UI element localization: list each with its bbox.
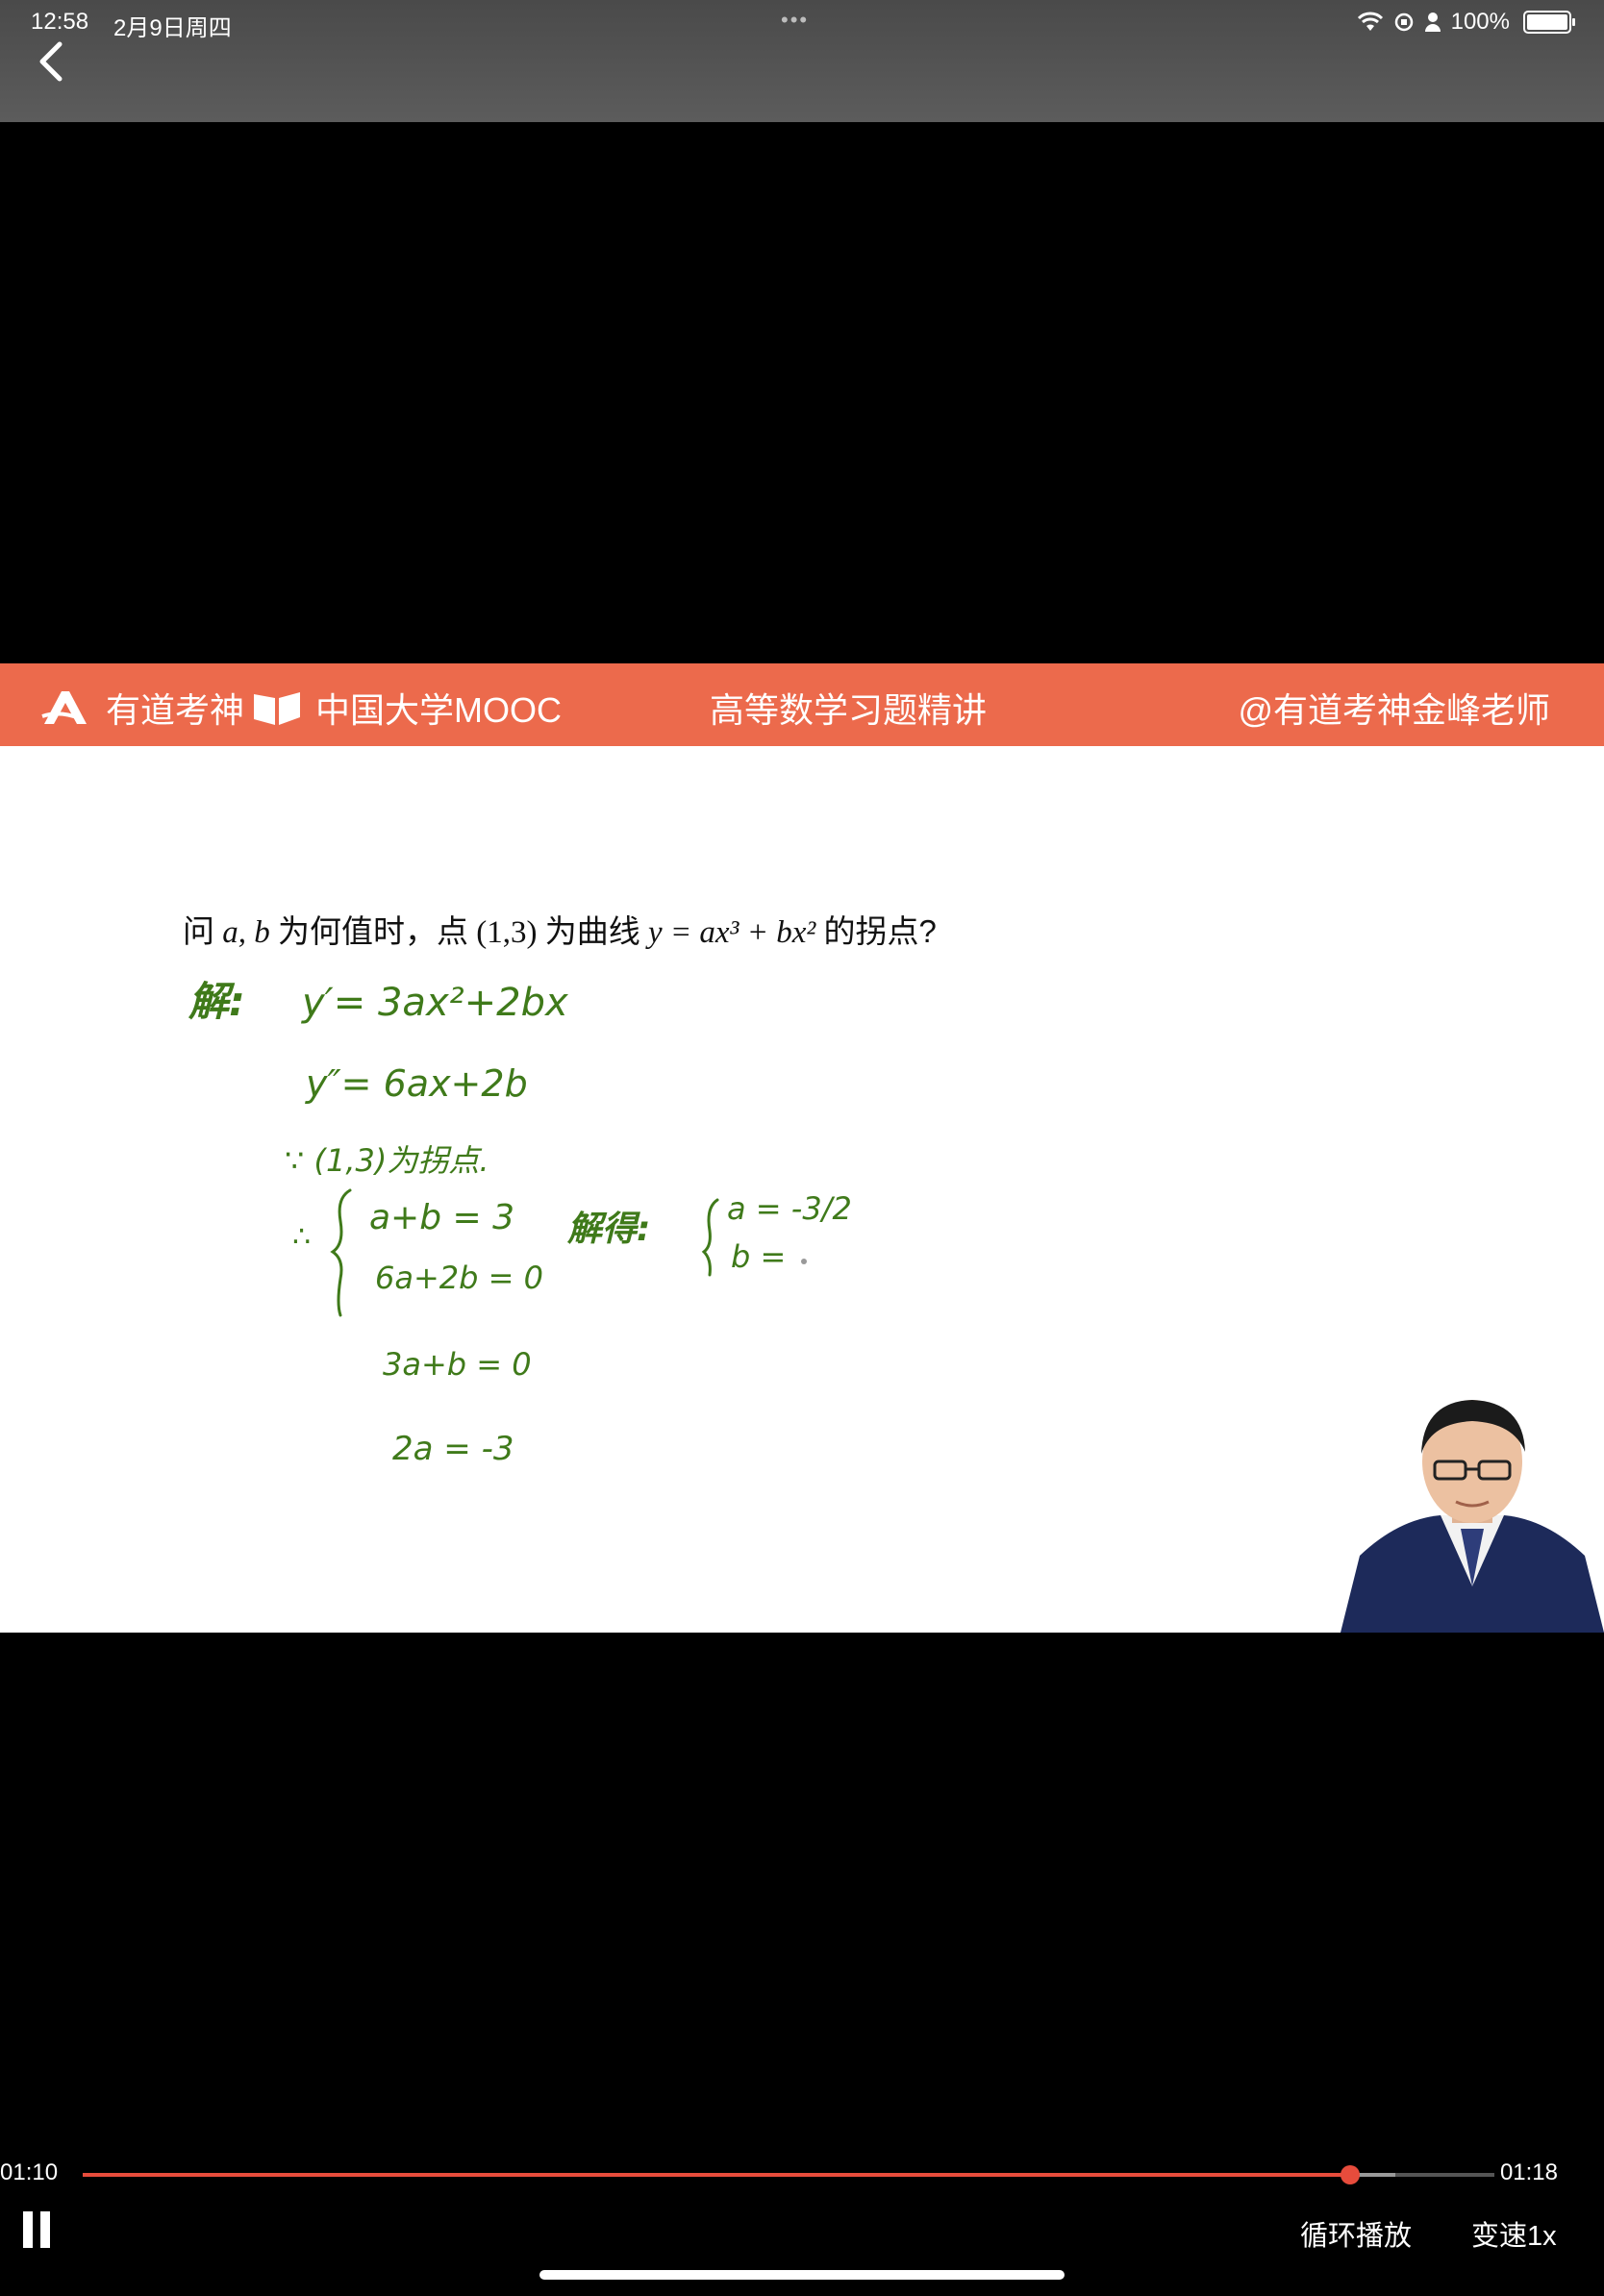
speed-button[interactable]: 变速1x — [1471, 2213, 1557, 2254]
status-indicators: 100% — [1357, 8, 1575, 37]
status-date: 2月9日周四 — [113, 15, 232, 41]
played-bar — [83, 2173, 1350, 2177]
hw-solve-label: 解得: — [566, 1210, 650, 1249]
back-chevron-icon[interactable] — [29, 37, 77, 85]
hw-line3: ∵ (1,3)为拐点. — [285, 1142, 489, 1179]
progress-bar[interactable] — [83, 2165, 1494, 2184]
hw-line4a: a+b = 3 — [369, 1198, 514, 1237]
battery-icon — [1523, 11, 1575, 34]
loop-button[interactable]: 循环播放 — [1300, 2213, 1412, 2254]
top-bar: 12:58 2月9日周四 ••• 100% — [0, 0, 1604, 122]
hw-line6: 2a = -3 — [392, 1430, 514, 1468]
multitasking-dots[interactable]: ••• — [781, 8, 809, 33]
progress-thumb[interactable] — [1340, 2165, 1360, 2184]
hw-label: 解: — [188, 978, 245, 1025]
hw-therefore: ∴ — [292, 1220, 311, 1254]
orientation-lock-icon — [1394, 12, 1413, 32]
teacher-portrait — [1341, 1400, 1604, 1633]
home-indicator[interactable] — [539, 2270, 1065, 2280]
hw-result-a: a = -3/2 — [727, 1190, 852, 1227]
video-frame[interactable]: 有道考神 中国大学MOOC 高等数学习题精讲 @有道考神金峰老师 问 a, b … — [0, 663, 1604, 1633]
hw-line5: 3a+b = 0 — [383, 1346, 532, 1383]
hw-line2: y″= 6ax+2b — [305, 1062, 528, 1105]
battery-percent: 100% — [1450, 9, 1510, 35]
wifi-icon — [1357, 12, 1383, 31]
hw-line4b: 6a+2b = 0 — [375, 1260, 543, 1296]
hw-line1: y′= 3ax²+2bx — [301, 981, 568, 1025]
teacher-handle: @有道考神金峰老师 — [1238, 690, 1550, 730]
status-time: 12:58 — [31, 9, 89, 35]
pause-icon — [23, 2211, 33, 2248]
handwritten-solution: 解: y′= 3ax²+2bx y″= 6ax+2b ∵ (1,3)为拐点. ∴… — [188, 978, 852, 1468]
current-time: 01:10 — [0, 2159, 59, 2185]
hw-result-b: b = — [731, 1238, 786, 1275]
total-time: 01:18 — [1499, 2159, 1558, 2185]
pause-button[interactable] — [23, 2211, 56, 2250]
user-icon — [1424, 12, 1441, 32]
